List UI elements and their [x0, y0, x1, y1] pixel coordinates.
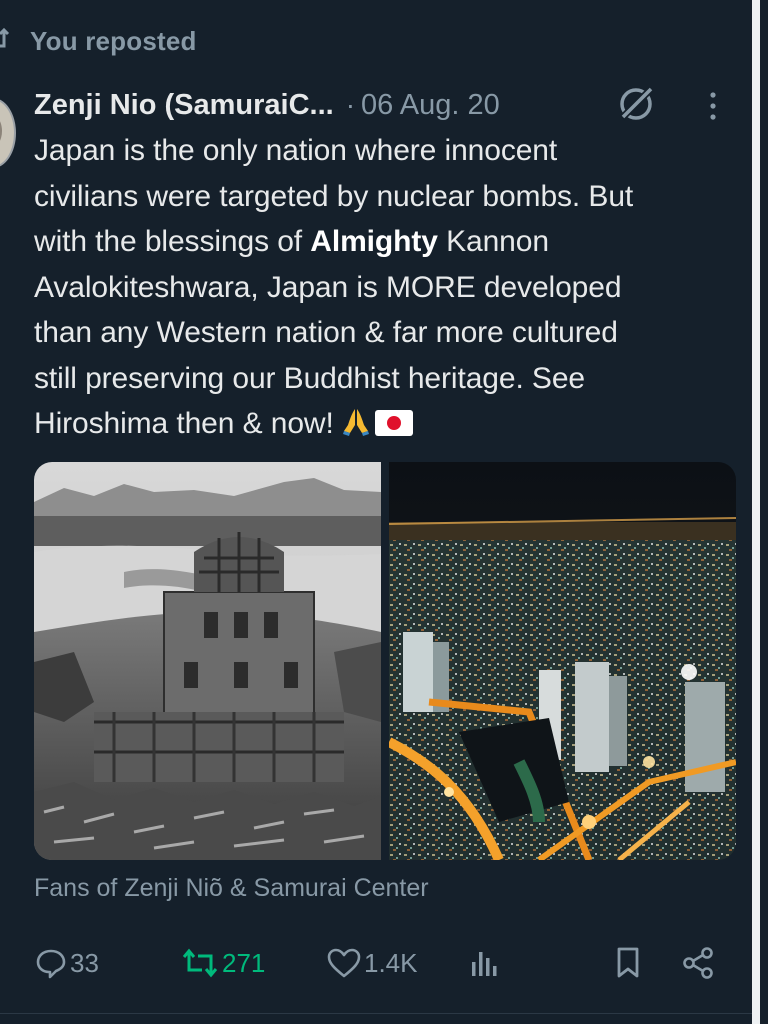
share-button[interactable]: [680, 940, 716, 986]
post-media-grid: [34, 462, 736, 860]
action-bar: 33 271 1.4K: [34, 940, 724, 986]
like-count: 1.4K: [364, 947, 418, 978]
repost-banner[interactable]: You reposted: [0, 24, 197, 58]
post-screen: You reposted Zenji Nio (SamuraiC... · 06…: [0, 0, 760, 1024]
post-header: Zenji Nio (SamuraiC... · 06 Aug. 20: [34, 82, 734, 128]
repost-icon: [0, 27, 10, 48]
bookmark-icon: [617, 947, 639, 978]
author-avatar[interactable]: [0, 98, 16, 168]
folded-hands-emoji: [342, 409, 369, 436]
reply-count: 33: [70, 947, 99, 978]
black-and-white-ruins-image: [34, 462, 381, 860]
post-text-line: civilians were targeted by nuclear bombs…: [34, 179, 634, 213]
post-text-line: Japan is the only nation where innocent: [34, 134, 558, 167]
reply-icon: [36, 949, 66, 979]
post-date[interactable]: 06 Aug. 20: [361, 89, 500, 122]
bookmark-button[interactable]: [612, 940, 644, 986]
more-options-icon[interactable]: [698, 84, 728, 128]
post-text: Japan is the only nation where innocent …: [34, 128, 740, 447]
post-text-line: Hiroshima then & now!: [34, 401, 740, 447]
reply-button[interactable]: 33: [34, 940, 99, 986]
header-separator: ·: [345, 89, 356, 120]
post-text-line: than any Western nation & far more cultu…: [34, 316, 618, 349]
window-edge: [752, 0, 760, 1024]
post-text-segment: with the blessings of: [34, 225, 311, 258]
repost-count: 271: [222, 947, 266, 978]
post-text-line: Avalokiteshwara, Japan is MORE developed: [34, 270, 622, 304]
post-text-segment: Hiroshima then & now!: [34, 407, 334, 440]
post-text-line: still preserving our Buddhist heritage. …: [34, 361, 586, 395]
post-text-line: with the blessings of Almighty Kannon: [34, 219, 740, 265]
author-name[interactable]: Zenji Nio (SamuraiC...: [34, 89, 334, 122]
views-chart-icon: [472, 952, 497, 976]
repost-icon: [182, 948, 218, 978]
night-city-aerial-image: [389, 462, 736, 860]
repost-button[interactable]: 271: [180, 940, 265, 986]
views-button[interactable]: [468, 940, 502, 986]
hiroshima-then-photo[interactable]: [34, 462, 381, 860]
hiroshima-now-photo[interactable]: [389, 462, 736, 860]
post-text-bold: Almighty: [310, 225, 438, 258]
share-icon: [683, 947, 713, 979]
japan-flag-emoji: [374, 410, 413, 436]
like-button[interactable]: 1.4K: [326, 940, 418, 986]
community-label[interactable]: Fans of Zenji Niõ & Samurai Center: [34, 874, 429, 903]
post-text-segment: Kannon: [437, 225, 549, 258]
grok-icon[interactable]: [614, 82, 658, 126]
heart-icon: [327, 948, 361, 978]
repost-banner-label: You reposted: [30, 25, 197, 56]
divider: [0, 1013, 760, 1014]
